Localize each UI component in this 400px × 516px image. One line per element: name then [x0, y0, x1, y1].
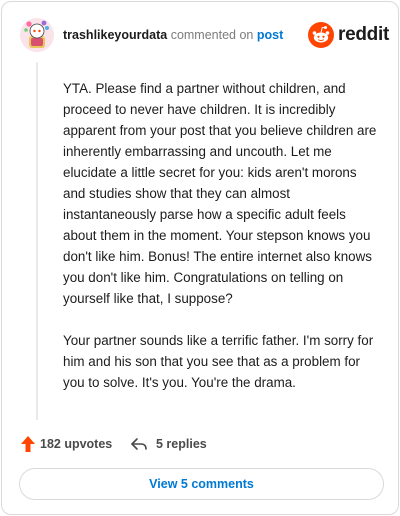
comment-header: trashlikeyourdata commented on post redd… [20, 18, 389, 52]
header-byline: trashlikeyourdata commented on post [63, 28, 283, 42]
snoo-avatar-icon [20, 18, 54, 52]
username-link[interactable]: trashlikeyourdata [63, 28, 167, 42]
comment-card: trashlikeyourdata commented on post redd… [1, 1, 399, 515]
thread-line [36, 62, 38, 420]
reply-arrow-icon [131, 438, 147, 450]
replies-button[interactable]: 5 replies [130, 434, 207, 454]
comment-body: YTA. Please find a partner without child… [63, 78, 381, 414]
commented-on-text: commented on [167, 28, 257, 42]
reddit-wordmark: reddit [338, 24, 389, 45]
comment-paragraph: YTA. Please find a partner without child… [63, 81, 377, 306]
view-comments-label: View 5 comments [149, 477, 254, 491]
comment-actions: 182 upvotes 5 replies [20, 434, 380, 454]
comment-paragraph: Your partner sounds like a terrific fath… [63, 333, 374, 390]
view-comments-button[interactable]: View 5 comments [19, 468, 384, 500]
reddit-alien-icon [308, 22, 334, 48]
upvote-arrow-icon [21, 436, 35, 452]
replies-count: 5 replies [156, 437, 207, 451]
upvote-count: 182 upvotes [40, 437, 113, 451]
post-link[interactable]: post [257, 28, 283, 42]
upvote-button[interactable]: 182 upvotes [20, 434, 112, 454]
user-avatar[interactable] [20, 18, 54, 52]
reddit-logo[interactable]: reddit [308, 22, 389, 48]
